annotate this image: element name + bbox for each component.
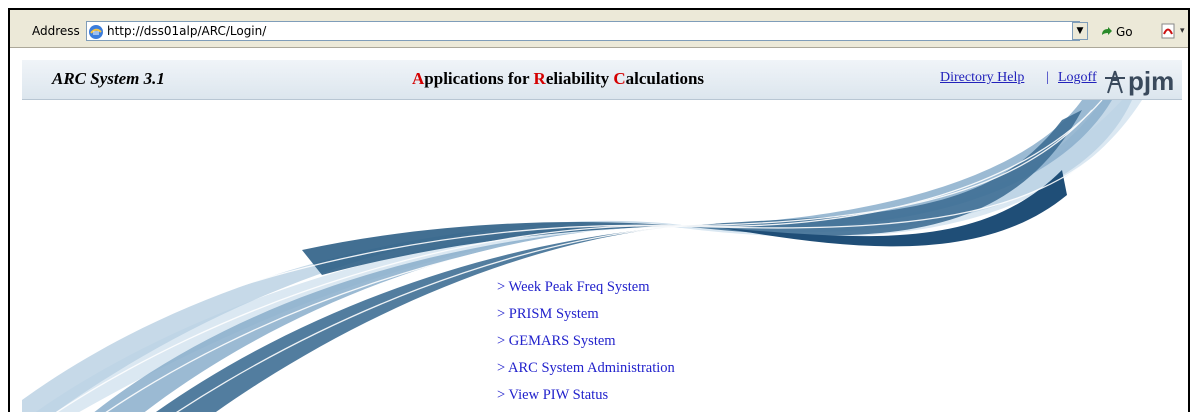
browser-window: Address http://dss01alp/ARC/Login/ ▼ Go … [8, 8, 1190, 412]
app-title: Applications for Reliability Calculation… [412, 69, 704, 89]
pjm-logo-text: pjm [1128, 66, 1175, 96]
url-dropdown-button[interactable]: ▼ [1072, 22, 1088, 40]
url-input[interactable]: http://dss01alp/ARC/Login/ [86, 21, 1080, 41]
menu-item-arc-admin[interactable]: > ARC System Administration [497, 355, 675, 382]
ie-page-icon [89, 25, 103, 39]
app-header: ARC System 3.1 Applications for Reliabil… [22, 60, 1182, 100]
address-label: Address [32, 24, 80, 38]
logoff-link[interactable]: Logoff [1058, 70, 1097, 86]
pjm-logo: pjm [1104, 66, 1174, 94]
menu-item-gemars[interactable]: > GEMARS System [497, 328, 675, 355]
transmission-tower-icon [1105, 70, 1125, 94]
app-title-part-1: pplications for [424, 69, 534, 88]
app-title-part-2: eliability [545, 69, 614, 88]
main-content: > Week Peak Freq System > PRISM System >… [22, 100, 1182, 412]
menu-item-week-peak-freq[interactable]: > Week Peak Freq System [497, 274, 675, 301]
directory-help-link[interactable]: Directory Help [940, 70, 1024, 86]
system-title: ARC System 3.1 [52, 69, 165, 88]
app-title-part-3: alculations [625, 69, 705, 88]
pdf-toolbar-icon[interactable] [1160, 23, 1176, 39]
address-bar: Address http://dss01alp/ARC/Login/ ▼ Go … [10, 10, 1188, 48]
menu-item-view-piw-status[interactable]: > View PIW Status [497, 382, 675, 409]
go-button[interactable]: Go [1100, 22, 1133, 42]
go-arrow-icon [1102, 27, 1112, 35]
go-label: Go [1116, 25, 1133, 39]
app-title-cap-a: A [412, 69, 425, 88]
chevron-down-icon[interactable]: ▾ [1180, 26, 1185, 36]
app-title-cap-r: R [533, 69, 546, 88]
menu-item-prism[interactable]: > PRISM System [497, 301, 675, 328]
app-title-cap-c: C [613, 69, 626, 88]
header-separator: | [1046, 70, 1049, 85]
system-menu: > Week Peak Freq System > PRISM System >… [497, 274, 675, 409]
